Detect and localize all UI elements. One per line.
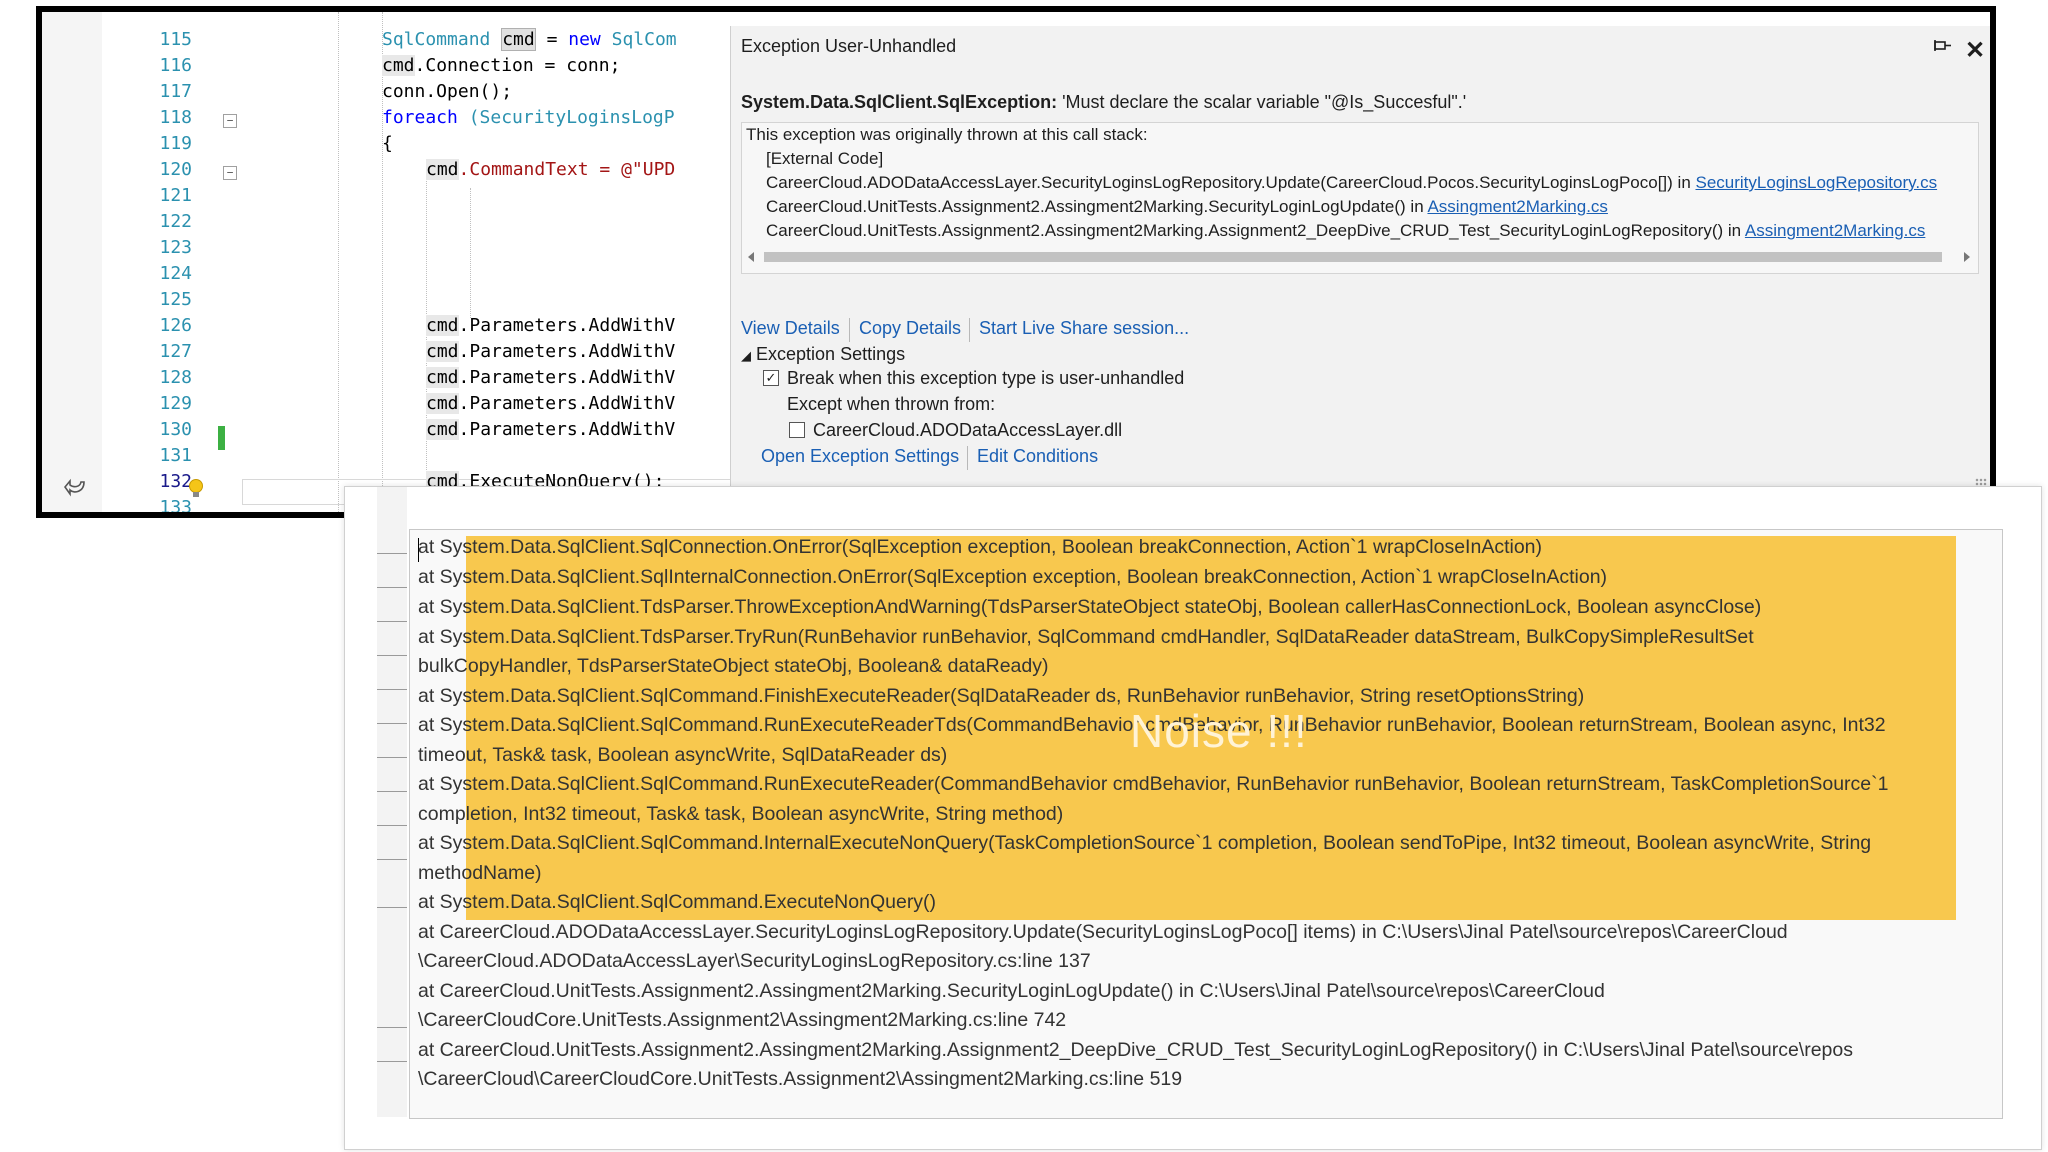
- stack-trace-line: at CareerCloud.ADODataAccessLayer.Securi…: [418, 921, 1788, 943]
- exception-type: System.Data.SqlClient.SqlException:: [741, 92, 1058, 112]
- collapse-toggle[interactable]: −: [223, 166, 237, 180]
- line-number: 119: [159, 133, 192, 154]
- close-icon[interactable]: ✕: [1965, 36, 1985, 65]
- code-line[interactable]: {: [382, 133, 393, 154]
- line-number: 121: [159, 185, 192, 206]
- code-line[interactable]: cmd.Parameters.AddWithV: [426, 367, 675, 388]
- exception-helper-popup: Exception User-Unhandled ✕ System.Data.S…: [730, 26, 1990, 496]
- code-line[interactable]: cmd.Parameters.AddWithV: [426, 341, 675, 362]
- call-stack-frame: CareerCloud.UnitTests.Assignment2.Assing…: [766, 197, 1608, 216]
- stack-trace-window: at System.Data.SqlClient.SqlConnection.O…: [344, 486, 2042, 1150]
- noise-annotation: Noise !!!: [1130, 705, 1308, 757]
- code-line[interactable]: cmd.Parameters.AddWithV: [426, 419, 675, 440]
- scrollbar-thumb[interactable]: [764, 252, 1942, 262]
- dll-checkbox[interactable]: [789, 422, 805, 438]
- popup-title: Exception User-Unhandled: [741, 36, 957, 56]
- stack-trace-line: at System.Data.SqlClient.SqlCommand.RunE…: [418, 773, 1889, 795]
- horizontal-scrollbar[interactable]: [746, 249, 1972, 265]
- stack-trace-line: methodName): [418, 862, 542, 884]
- stack-trace-line: completion, Int32 timeout, Task& task, B…: [418, 803, 1064, 825]
- stack-trace-textbox[interactable]: at System.Data.SqlClient.SqlConnection.O…: [409, 529, 2003, 1119]
- source-file-link[interactable]: Assingment2Marking.cs: [1745, 221, 1925, 240]
- stack-trace-line: at System.Data.SqlClient.SqlCommand.Exec…: [418, 891, 937, 913]
- stack-trace-line: \CareerCloud.ADODataAccessLayer\Security…: [418, 950, 1091, 972]
- stack-trace-line: at System.Data.SqlClient.SqlCommand.Inte…: [418, 832, 1872, 854]
- line-number: 122: [159, 211, 192, 232]
- collapse-triangle-icon: ◢: [741, 348, 751, 363]
- exception-message: 'Must declare the scalar variable "@Is_S…: [1057, 92, 1467, 112]
- stack-trace-line: bulkCopyHandler, TdsParserStateObject st…: [418, 655, 1049, 677]
- code-line[interactable]: cmd.Connection = conn;: [382, 55, 620, 76]
- code-line[interactable]: SqlCommand cmd = new SqlCom: [382, 28, 677, 51]
- line-number: 131: [159, 445, 192, 466]
- code-line[interactable]: cmd.CommandText = @"UPD: [426, 159, 675, 180]
- code-line[interactable]: conn.Open();: [382, 81, 512, 102]
- line-number: 123: [159, 237, 192, 258]
- call-stack-intro: This exception was originally thrown at …: [746, 125, 1148, 144]
- code-editor-window: 115 116 117 118 119 120 121 122 123 124 …: [42, 12, 1990, 512]
- line-number: 130: [159, 419, 192, 440]
- line-number: 117: [159, 81, 192, 102]
- glyph-margin: [42, 12, 102, 512]
- line-number: 129: [159, 393, 192, 414]
- change-indicator: [218, 426, 225, 450]
- collapse-toggle[interactable]: −: [223, 114, 237, 128]
- stack-trace-line: at System.Data.SqlClient.SqlInternalConn…: [418, 566, 1608, 588]
- line-number: 118: [159, 107, 192, 128]
- exception-settings-header[interactable]: ◢ Exception Settings: [741, 344, 905, 365]
- scroll-left-icon: [748, 252, 754, 262]
- stack-trace-line: \CareerCloud\CareerCloudCore.UnitTests.A…: [418, 1068, 1183, 1090]
- copy-details-link[interactable]: Copy Details: [859, 318, 961, 339]
- scroll-right-icon: [1964, 252, 1970, 262]
- view-details-link[interactable]: View Details: [741, 318, 840, 339]
- side-strip: [377, 487, 407, 1117]
- execution-pointer-icon[interactable]: [63, 478, 86, 503]
- line-number-gutter: 115 116 117 118 119 120 121 122 123 124 …: [102, 12, 202, 512]
- line-number: 116: [159, 55, 192, 76]
- code-line[interactable]: cmd.Parameters.AddWithV: [426, 393, 675, 414]
- code-line[interactable]: cmd.Parameters.AddWithV: [426, 315, 675, 336]
- stack-trace-line: at System.Data.SqlClient.SqlConnection.O…: [418, 536, 1543, 558]
- call-stack-frame: [External Code]: [766, 149, 884, 168]
- source-file-link[interactable]: SecurityLoginsLogRepository.cs: [1696, 173, 1938, 192]
- stack-trace-line: timeout, Task& task, Boolean asyncWrite,…: [418, 744, 948, 766]
- lightbulb-icon[interactable]: [188, 478, 204, 505]
- stack-trace-line: at CareerCloud.UnitTests.Assignment2.Ass…: [418, 1039, 1853, 1061]
- source-file-link[interactable]: Assingment2Marking.cs: [1427, 197, 1607, 216]
- call-stack-frame: CareerCloud.UnitTests.Assignment2.Assing…: [766, 221, 1926, 240]
- code-line[interactable]: foreach (SecurityLoginsLogP: [382, 107, 675, 128]
- pin-icon[interactable]: [1933, 38, 1953, 59]
- except-when-label: Except when thrown from:: [787, 394, 996, 414]
- line-number: 120: [159, 159, 192, 180]
- line-number: 124: [159, 263, 192, 284]
- line-number: 115: [159, 29, 192, 50]
- line-number: 127: [159, 341, 192, 362]
- call-stack-frame: CareerCloud.ADODataAccessLayer.SecurityL…: [766, 173, 1938, 192]
- stack-trace-line: at System.Data.SqlClient.TdsParser.Throw…: [418, 596, 1762, 618]
- dll-checkbox-label: CareerCloud.ADODataAccessLayer.dll: [813, 420, 1123, 440]
- line-number: 126: [159, 315, 192, 336]
- edit-conditions-link[interactable]: Edit Conditions: [977, 446, 1098, 467]
- open-exception-settings-link[interactable]: Open Exception Settings: [761, 446, 959, 467]
- break-checkbox[interactable]: ✓: [763, 370, 779, 386]
- stack-trace-line: at CareerCloud.UnitTests.Assignment2.Ass…: [418, 980, 1605, 1002]
- break-checkbox-label: Break when this exception type is user-u…: [787, 368, 1185, 388]
- exception-summary: System.Data.SqlClient.SqlException: 'Mus…: [741, 92, 1466, 113]
- stack-trace-line: at System.Data.SqlClient.SqlCommand.Fini…: [418, 685, 1585, 707]
- line-number: 125: [159, 289, 192, 310]
- line-number: 128: [159, 367, 192, 388]
- stack-trace-line: \CareerCloudCore.UnitTests.Assignment2\A…: [418, 1009, 1067, 1031]
- stack-trace-line: at System.Data.SqlClient.TdsParser.TryRu…: [418, 626, 1754, 648]
- call-stack-box: This exception was originally thrown at …: [741, 122, 1979, 274]
- live-share-link[interactable]: Start Live Share session...: [979, 318, 1189, 339]
